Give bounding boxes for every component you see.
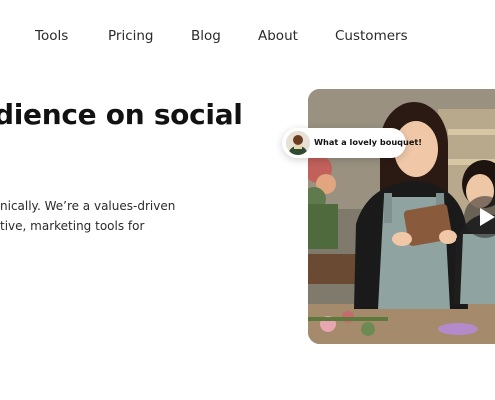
nav-item-pricing[interactable]: Pricing bbox=[108, 27, 154, 45]
play-icon bbox=[480, 208, 495, 226]
nav-item-about[interactable]: About bbox=[258, 27, 298, 45]
top-navigation: Tools Pricing Blog About Customers bbox=[0, 0, 495, 74]
chat-bubble: What a lovely bouquet! bbox=[282, 128, 422, 158]
hero-description-line-1: nically. We’re a values-driven bbox=[0, 199, 176, 213]
avatar bbox=[286, 131, 310, 155]
hero-description: nically. We’re a values-driven tive, mar… bbox=[0, 196, 280, 236]
hero-title: dience on social bbox=[0, 98, 243, 131]
hero-description-line-2: tive, marketing tools for bbox=[0, 219, 145, 233]
nav-item-customers[interactable]: Customers bbox=[335, 27, 408, 45]
nav-item-tools[interactable]: Tools bbox=[35, 27, 68, 45]
cropped-artifact bbox=[265, 72, 305, 80]
nav-item-blog[interactable]: Blog bbox=[191, 27, 221, 45]
chat-bubble-text: What a lovely bouquet! bbox=[314, 137, 423, 147]
